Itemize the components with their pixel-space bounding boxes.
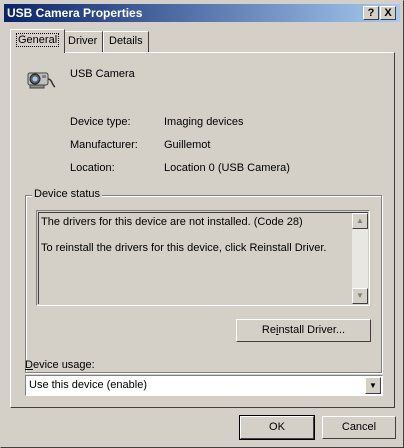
device-name: USB Camera	[70, 68, 135, 80]
device-usage-accel: D	[25, 359, 33, 371]
tab-general-label: General	[16, 33, 60, 47]
chevron-down-icon[interactable]: ▼	[365, 377, 381, 394]
device-type-label: Device type:	[70, 116, 131, 128]
properties-window: USB Camera Properties ? X General Driver…	[0, 0, 404, 448]
device-type-value: Imaging devices	[164, 116, 244, 128]
reinstall-pre: Re	[261, 324, 276, 336]
tab-general[interactable]: General	[10, 29, 66, 53]
scroll-down-icon[interactable]: ▼	[352, 288, 368, 304]
device-status-text-inner: The drivers for this device are not inst…	[38, 212, 368, 304]
reinstall-driver-button[interactable]: Reinstall Driver...	[236, 319, 371, 342]
device-status-label: Device status	[32, 188, 103, 200]
window-title: USB Camera Properties	[7, 6, 143, 20]
location-label: Location:	[70, 162, 115, 174]
ok-button[interactable]: OK	[239, 415, 315, 440]
tab-driver-label: Driver	[68, 35, 98, 47]
cancel-button[interactable]: Cancel	[322, 416, 396, 439]
status-scrollbar[interactable]: ▲ ▼	[352, 213, 368, 304]
device-status-group: Device status The drivers for this devic…	[25, 188, 382, 373]
device-status-text[interactable]: The drivers for this device are not inst…	[36, 210, 370, 306]
scroll-up-icon[interactable]: ▲	[352, 213, 368, 229]
usb-camera-icon	[24, 65, 56, 96]
location-value: Location 0 (USB Camera)	[164, 162, 290, 174]
manufacturer-value: Guillemot	[164, 139, 211, 151]
device-usage-value: Use this device (enable)	[29, 379, 148, 391]
status-line-2: To reinstall the drivers for this device…	[41, 242, 327, 254]
reinstall-post: nstall Driver...	[278, 324, 346, 336]
tab-details-label: Details	[109, 35, 143, 47]
status-line-1: The drivers for this device are not inst…	[41, 216, 303, 228]
device-usage-label: Device usage:	[25, 359, 95, 371]
manufacturer-label: Manufacturer:	[70, 139, 138, 151]
device-usage-rest: evice usage:	[32, 359, 95, 371]
tab-driver[interactable]: Driver	[62, 31, 104, 52]
general-tab-panel: USB Camera Device type: Imaging devices …	[10, 52, 395, 408]
help-button[interactable]: ?	[363, 6, 379, 20]
close-button[interactable]: X	[380, 6, 396, 20]
device-usage-select[interactable]: Use this device (enable) ▼	[25, 375, 383, 396]
tab-details[interactable]: Details	[103, 31, 149, 52]
title-bar[interactable]: USB Camera Properties ? X	[4, 4, 400, 22]
